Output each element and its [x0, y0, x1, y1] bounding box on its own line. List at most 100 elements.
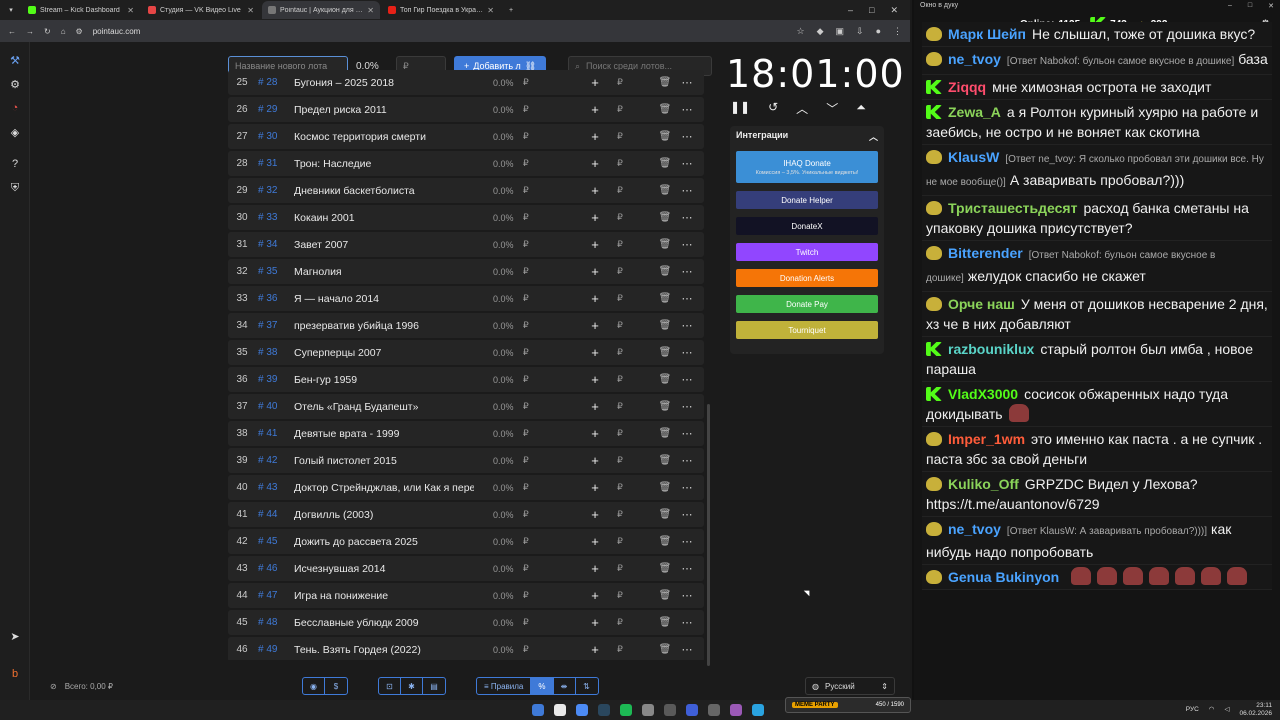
trash-icon[interactable]: 🗑: [655, 482, 675, 493]
taskbar-app-icon[interactable]: [598, 704, 610, 716]
lot-add-input[interactable]: ₽: [605, 347, 635, 358]
more-options-icon[interactable]: ⋯: [675, 265, 699, 278]
lot-amount[interactable]: ₽: [523, 212, 543, 223]
lot-name[interactable]: Дожить до рассвета 2025: [294, 536, 474, 548]
chat-username[interactable]: Kuliko_Off: [948, 476, 1019, 492]
split-icon[interactable]: ⇼: [554, 678, 576, 694]
lot-amount[interactable]: ₽: [523, 509, 543, 520]
lot-add-amount-icon[interactable]: +: [585, 534, 605, 549]
lot-amount[interactable]: ₽: [523, 536, 543, 547]
lot-id[interactable]: # 48: [256, 617, 294, 628]
lot-add-amount-icon[interactable]: +: [585, 426, 605, 441]
lot-add-input[interactable]: ₽: [605, 509, 635, 520]
integration-button[interactable]: Donate Helper: [736, 191, 878, 209]
trash-icon[interactable]: 🗑: [655, 509, 675, 520]
taskbar-app-icon[interactable]: [532, 704, 544, 716]
lot-add-input[interactable]: ₽: [605, 401, 635, 412]
tab-close-icon[interactable]: ✕: [487, 6, 494, 15]
lot-name[interactable]: презерватив убийца 1996: [294, 320, 474, 332]
lot-add-input[interactable]: ₽: [605, 131, 635, 142]
taskbar-app-icon[interactable]: [730, 704, 742, 716]
shield-icon[interactable]: ⛨: [0, 176, 30, 200]
browser-tab[interactable]: Студия — VK Видео Live ✕: [142, 1, 260, 19]
chat-close-icon[interactable]: ✕: [1268, 2, 1274, 12]
tray-network-icon[interactable]: ◠: [1209, 706, 1215, 714]
taskbar-app-icon[interactable]: [620, 704, 632, 716]
lot-add-amount-icon[interactable]: +: [585, 129, 605, 144]
close-icon[interactable]: ✕: [890, 5, 898, 16]
telegram-icon[interactable]: ➤: [0, 624, 30, 648]
lot-id[interactable]: # 39: [256, 374, 294, 385]
percent-toggle[interactable]: %: [531, 678, 554, 694]
more-options-icon[interactable]: ⋯: [675, 643, 699, 656]
lot-name[interactable]: Дневники баскетболиста: [294, 185, 474, 197]
lot-id[interactable]: # 41: [256, 428, 294, 439]
trash-icon[interactable]: 🗑: [655, 347, 675, 358]
lot-amount[interactable]: ₽: [523, 563, 543, 574]
lot-add-input[interactable]: ₽: [605, 293, 635, 304]
trash-icon[interactable]: 🗑: [655, 617, 675, 628]
maximize-icon[interactable]: □: [869, 5, 874, 16]
integration-button[interactable]: IHAQ Donate Комиссия – 3,5%. Уникальные в…: [736, 151, 878, 183]
extension-icon[interactable]: ◆: [817, 26, 824, 37]
chat-username[interactable]: razbouniklux: [948, 341, 1034, 357]
integration-button[interactable]: Donation Alerts: [736, 269, 878, 287]
sort-icon[interactable]: ⇅: [576, 678, 598, 694]
lot-add-input[interactable]: ₽: [605, 617, 635, 628]
lot-name[interactable]: Суперперцы 2007: [294, 347, 474, 359]
taskbar-app-icon[interactable]: [664, 704, 676, 716]
boosty-icon[interactable]: b: [0, 662, 30, 686]
increase-icon[interactable]: ︿: [796, 100, 808, 117]
lot-add-input[interactable]: ₽: [605, 239, 635, 250]
lot-id[interactable]: # 31: [256, 158, 294, 169]
lot-id[interactable]: # 28: [256, 77, 294, 88]
lot-id[interactable]: # 46: [256, 563, 294, 574]
download-icon[interactable]: ⇩: [856, 26, 864, 37]
lot-amount[interactable]: ₽: [523, 239, 543, 250]
lot-amount[interactable]: ₽: [523, 293, 543, 304]
lot-add-input[interactable]: ₽: [605, 644, 635, 655]
lot-name[interactable]: Завет 2007: [294, 239, 474, 251]
integration-button[interactable]: Donate Pay: [736, 295, 878, 313]
trash-icon[interactable]: 🗑: [655, 104, 675, 115]
lot-name[interactable]: Предел риска 2011: [294, 104, 474, 116]
lot-amount[interactable]: ₽: [523, 185, 543, 196]
browser-tab[interactable]: Stream – Kick Dashboard ✕: [22, 1, 140, 19]
settings-icon[interactable]: ⚙: [0, 72, 30, 96]
lot-name[interactable]: Кокаин 2001: [294, 212, 474, 224]
lot-amount[interactable]: ₽: [523, 320, 543, 331]
tab-close-icon[interactable]: ✕: [367, 6, 374, 15]
double-up-icon[interactable]: ⏶: [856, 100, 866, 117]
chat-username[interactable]: VladX3000: [948, 386, 1018, 402]
more-options-icon[interactable]: ⋯: [675, 373, 699, 386]
lot-name[interactable]: Магнолия: [294, 266, 474, 278]
lot-add-input[interactable]: ₽: [605, 212, 635, 223]
trash-icon[interactable]: 🗑: [655, 644, 675, 655]
trash-icon[interactable]: 🗑: [655, 293, 675, 304]
help-icon[interactable]: ?: [0, 152, 30, 176]
more-options-icon[interactable]: ⋯: [675, 211, 699, 224]
lot-add-amount-icon[interactable]: +: [585, 615, 605, 630]
lot-id[interactable]: # 36: [256, 293, 294, 304]
lot-add-amount-icon[interactable]: +: [585, 237, 605, 252]
lot-name[interactable]: Догвилль (2003): [294, 509, 474, 521]
more-options-icon[interactable]: ⋯: [675, 319, 699, 332]
tab-close-icon[interactable]: ✕: [127, 6, 134, 15]
lot-id[interactable]: # 35: [256, 266, 294, 277]
tab-close-icon[interactable]: ✕: [247, 6, 254, 15]
lot-amount[interactable]: ₽: [523, 104, 543, 115]
more-options-icon[interactable]: ⋯: [675, 535, 699, 548]
lot-add-amount-icon[interactable]: +: [585, 345, 605, 360]
lot-add-amount-icon[interactable]: +: [585, 453, 605, 468]
tray-clock[interactable]: 23:11 06.02.2026: [1239, 702, 1272, 718]
lot-name[interactable]: Голый пистолет 2015: [294, 455, 474, 467]
lot-id[interactable]: # 42: [256, 455, 294, 466]
chat-username[interactable]: Genua Bukinyon: [948, 569, 1059, 585]
trash-icon[interactable]: 🗑: [655, 590, 675, 601]
lot-add-input[interactable]: ₽: [605, 536, 635, 547]
taskbar-app-icon[interactable]: [708, 704, 720, 716]
lot-add-input[interactable]: ₽: [605, 374, 635, 385]
more-options-icon[interactable]: ⋯: [675, 508, 699, 521]
bookmark-star-icon[interactable]: ☆: [797, 26, 805, 37]
chat-username[interactable]: Zewa_A: [948, 104, 1001, 120]
